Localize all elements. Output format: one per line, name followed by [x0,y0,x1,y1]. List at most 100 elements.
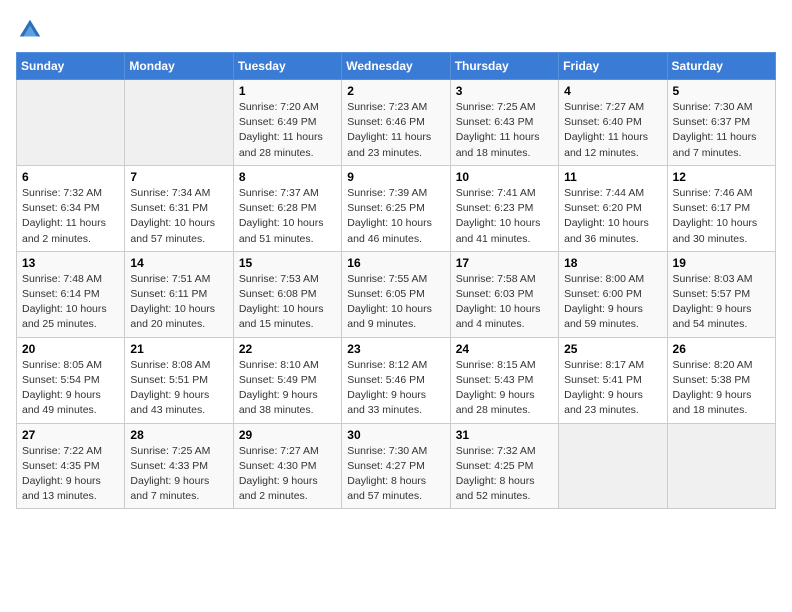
day-number: 22 [239,342,336,356]
day-detail: Sunrise: 7:34 AM Sunset: 6:31 PM Dayligh… [130,186,227,247]
calendar-cell: 18 Sunrise: 8:00 AM Sunset: 6:00 PM Dayli… [559,251,667,337]
day-number: 10 [456,170,553,184]
day-detail: Sunrise: 7:27 AM Sunset: 6:40 PM Dayligh… [564,100,661,161]
day-number: 16 [347,256,444,270]
day-detail: Sunrise: 8:12 AM Sunset: 5:46 PM Dayligh… [347,358,444,419]
calendar-cell: 20 Sunrise: 8:05 AM Sunset: 5:54 PM Dayli… [17,337,125,423]
day-number: 9 [347,170,444,184]
calendar-cell: 3 Sunrise: 7:25 AM Sunset: 6:43 PM Daylig… [450,80,558,166]
calendar-cell: 25 Sunrise: 8:17 AM Sunset: 5:41 PM Dayli… [559,337,667,423]
calendar-cell: 21 Sunrise: 8:08 AM Sunset: 5:51 PM Dayli… [125,337,233,423]
day-number: 27 [22,428,119,442]
day-number: 29 [239,428,336,442]
calendar-cell: 9 Sunrise: 7:39 AM Sunset: 6:25 PM Daylig… [342,165,450,251]
calendar-cell: 19Sunrise: 8:03 AM Sunset: 5:57 PM Dayli… [667,251,775,337]
weekday-header-wednesday: Wednesday [342,53,450,80]
calendar-cell: 12 Sunrise: 7:46 AM Sunset: 6:17 PM Dayli… [667,165,775,251]
day-number: 31 [456,428,553,442]
day-number: 25 [564,342,661,356]
calendar-table: SundayMondayTuesdayWednesdayThursdayFrid… [16,52,776,509]
day-number: 19 [673,256,770,270]
day-number: 28 [130,428,227,442]
weekday-header-monday: Monday [125,53,233,80]
calendar-cell: 22 Sunrise: 8:10 AM Sunset: 5:49 PM Dayli… [233,337,341,423]
calendar-cell [17,80,125,166]
day-number: 24 [456,342,553,356]
day-detail: Sunrise: 7:44 AM Sunset: 6:20 PM Dayligh… [564,186,661,247]
day-number: 2 [347,84,444,98]
weekday-header-saturday: Saturday [667,53,775,80]
day-detail: Sunrise: 8:00 AM Sunset: 6:00 PM Dayligh… [564,272,661,333]
calendar-cell: 31 Sunrise: 7:32 AM Sunset: 4:25 PM Dayli… [450,423,558,509]
day-number: 20 [22,342,119,356]
calendar-cell: 16 Sunrise: 7:55 AM Sunset: 6:05 PM Dayli… [342,251,450,337]
day-detail: Sunrise: 8:17 AM Sunset: 5:41 PM Dayligh… [564,358,661,419]
weekday-header-tuesday: Tuesday [233,53,341,80]
calendar-cell: 23 Sunrise: 8:12 AM Sunset: 5:46 PM Dayli… [342,337,450,423]
day-number: 7 [130,170,227,184]
calendar-cell: 17 Sunrise: 7:58 AM Sunset: 6:03 PM Dayli… [450,251,558,337]
day-number: 21 [130,342,227,356]
day-number: 1 [239,84,336,98]
calendar-cell: 5 Sunrise: 7:30 AM Sunset: 6:37 PM Daylig… [667,80,775,166]
calendar-cell: 14 Sunrise: 7:51 AM Sunset: 6:11 PM Dayli… [125,251,233,337]
day-detail: Sunrise: 7:32 AM Sunset: 6:34 PM Dayligh… [22,186,119,247]
day-number: 4 [564,84,661,98]
day-detail: Sunrise: 7:55 AM Sunset: 6:05 PM Dayligh… [347,272,444,333]
day-detail: Sunrise: 7:41 AM Sunset: 6:23 PM Dayligh… [456,186,553,247]
day-detail: Sunrise: 7:30 AM Sunset: 4:27 PM Dayligh… [347,444,444,505]
day-detail: Sunrise: 7:58 AM Sunset: 6:03 PM Dayligh… [456,272,553,333]
day-number: 14 [130,256,227,270]
day-detail: Sunrise: 7:25 AM Sunset: 6:43 PM Dayligh… [456,100,553,161]
day-detail: Sunrise: 8:08 AM Sunset: 5:51 PM Dayligh… [130,358,227,419]
calendar-cell [559,423,667,509]
day-detail: Sunrise: 7:37 AM Sunset: 6:28 PM Dayligh… [239,186,336,247]
day-detail: Sunrise: 7:20 AM Sunset: 6:49 PM Dayligh… [239,100,336,161]
calendar-cell: 4 Sunrise: 7:27 AM Sunset: 6:40 PM Daylig… [559,80,667,166]
weekday-header-thursday: Thursday [450,53,558,80]
day-detail: Sunrise: 7:46 AM Sunset: 6:17 PM Dayligh… [673,186,770,247]
calendar-cell: 28 Sunrise: 7:25 AM Sunset: 4:33 PM Dayli… [125,423,233,509]
calendar-cell [125,80,233,166]
day-detail: Sunrise: 8:05 AM Sunset: 5:54 PM Dayligh… [22,358,119,419]
day-number: 23 [347,342,444,356]
day-number: 26 [673,342,770,356]
weekday-header-sunday: Sunday [17,53,125,80]
day-detail: Sunrise: 7:48 AM Sunset: 6:14 PM Dayligh… [22,272,119,333]
day-number: 5 [673,84,770,98]
day-detail: Sunrise: 7:39 AM Sunset: 6:25 PM Dayligh… [347,186,444,247]
day-number: 30 [347,428,444,442]
calendar-cell: 1 Sunrise: 7:20 AM Sunset: 6:49 PM Daylig… [233,80,341,166]
day-number: 8 [239,170,336,184]
day-detail: Sunrise: 7:32 AM Sunset: 4:25 PM Dayligh… [456,444,553,505]
day-number: 17 [456,256,553,270]
calendar-cell: 30 Sunrise: 7:30 AM Sunset: 4:27 PM Dayli… [342,423,450,509]
day-detail: Sunrise: 8:15 AM Sunset: 5:43 PM Dayligh… [456,358,553,419]
calendar-cell: 29 Sunrise: 7:27 AM Sunset: 4:30 PM Dayli… [233,423,341,509]
day-number: 18 [564,256,661,270]
day-detail: Sunrise: 7:22 AM Sunset: 4:35 PM Dayligh… [22,444,119,505]
calendar-cell: 27 Sunrise: 7:22 AM Sunset: 4:35 PM Dayli… [17,423,125,509]
calendar-cell: 26 Sunrise: 8:20 AM Sunset: 5:38 PM Dayli… [667,337,775,423]
day-detail: Sunrise: 8:20 AM Sunset: 5:38 PM Dayligh… [673,358,770,419]
calendar-cell [667,423,775,509]
day-detail: Sunrise: 7:27 AM Sunset: 4:30 PM Dayligh… [239,444,336,505]
day-number: 12 [673,170,770,184]
page-header [16,16,776,44]
calendar-cell: 10 Sunrise: 7:41 AM Sunset: 6:23 PM Dayli… [450,165,558,251]
calendar-cell: 6Sunrise: 7:32 AM Sunset: 6:34 PM Daylig… [17,165,125,251]
calendar-cell: 11 Sunrise: 7:44 AM Sunset: 6:20 PM Dayli… [559,165,667,251]
day-detail: Sunrise: 7:30 AM Sunset: 6:37 PM Dayligh… [673,100,770,161]
day-number: 3 [456,84,553,98]
day-number: 13 [22,256,119,270]
day-detail: Sunrise: 7:23 AM Sunset: 6:46 PM Dayligh… [347,100,444,161]
day-number: 11 [564,170,661,184]
day-detail: Sunrise: 7:51 AM Sunset: 6:11 PM Dayligh… [130,272,227,333]
calendar-cell: 2 Sunrise: 7:23 AM Sunset: 6:46 PM Daylig… [342,80,450,166]
calendar-cell: 7 Sunrise: 7:34 AM Sunset: 6:31 PM Daylig… [125,165,233,251]
calendar-cell: 24 Sunrise: 8:15 AM Sunset: 5:43 PM Dayli… [450,337,558,423]
day-detail: Sunrise: 7:25 AM Sunset: 4:33 PM Dayligh… [130,444,227,505]
day-detail: Sunrise: 8:10 AM Sunset: 5:49 PM Dayligh… [239,358,336,419]
calendar-cell: 13 Sunrise: 7:48 AM Sunset: 6:14 PM Dayli… [17,251,125,337]
calendar-cell: 15Sunrise: 7:53 AM Sunset: 6:08 PM Dayli… [233,251,341,337]
